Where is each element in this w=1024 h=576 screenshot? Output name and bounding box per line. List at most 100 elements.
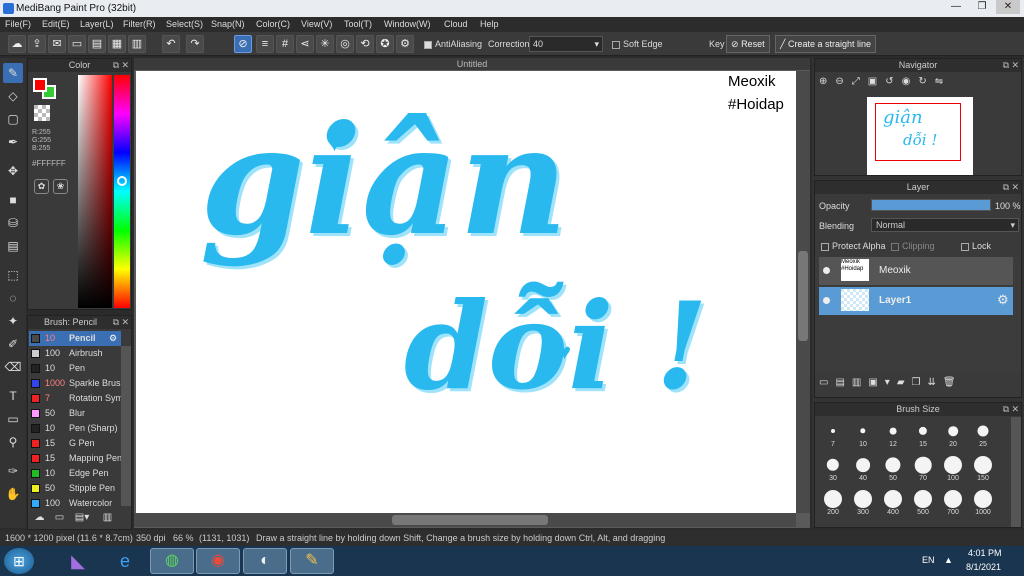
lasso-tool-icon[interactable]: ◌ bbox=[3, 288, 23, 308]
close-icon[interactable]: ✕ bbox=[1011, 403, 1019, 416]
save-icon[interactable]: ▤ bbox=[88, 35, 106, 53]
brush-size-option[interactable]: 30 bbox=[821, 453, 845, 483]
menu-help[interactable]: Help bbox=[480, 19, 499, 29]
brush-list-item[interactable]: 10 Pen (Sharp) bbox=[29, 421, 121, 436]
select-eraser-icon[interactable]: ⌫ bbox=[3, 357, 23, 377]
duplicate-icon[interactable]: ❐ bbox=[912, 377, 928, 388]
eraser-tool-icon[interactable]: ◇ bbox=[3, 86, 23, 106]
brush-list-item[interactable]: 15 G Pen bbox=[29, 436, 121, 451]
horizontal-scroll-thumb[interactable] bbox=[392, 515, 548, 525]
transparent-swatch[interactable] bbox=[34, 105, 50, 121]
popout-icon[interactable]: ⧉ bbox=[1003, 403, 1009, 416]
brush-size-option[interactable]: 15 bbox=[911, 419, 935, 449]
maximize-button[interactable]: ❐ bbox=[970, 0, 994, 14]
menu-view[interactable]: View(V) bbox=[301, 19, 332, 29]
redo-icon[interactable]: ↷ bbox=[186, 35, 204, 53]
menu-cloud[interactable]: Cloud bbox=[444, 19, 468, 29]
fit-icon[interactable]: ⤢ bbox=[852, 76, 868, 87]
bucket-tool-icon[interactable]: ⛁ bbox=[3, 213, 23, 233]
primary-color-swatch[interactable] bbox=[33, 78, 47, 92]
pen-tool-icon[interactable]: ✒ bbox=[3, 132, 23, 152]
brush-size-option[interactable]: 10 bbox=[851, 419, 875, 449]
fill-rect-tool-icon[interactable]: ■ bbox=[3, 190, 23, 210]
close-icon[interactable]: ✕ bbox=[121, 59, 129, 72]
brush-size-option[interactable]: 200 bbox=[821, 487, 845, 517]
vertical-scroll-thumb[interactable] bbox=[798, 251, 808, 341]
hand-tool-icon[interactable]: ✋ bbox=[3, 484, 23, 504]
color-settings-icon[interactable]: ❀ bbox=[53, 179, 68, 194]
brush-settings-icon[interactable]: ▥ bbox=[100, 512, 115, 527]
eye-icon[interactable] bbox=[823, 297, 830, 304]
gear-icon[interactable]: ⚙ bbox=[997, 292, 1009, 308]
parallel-snap-icon[interactable]: ≡ bbox=[256, 35, 274, 53]
document-canvas[interactable]: Meoxik #Hoidap giận dỗi ! ♥ ♥ bbox=[136, 71, 797, 513]
brush-list-item[interactable]: 1000 Sparkle Brush bbox=[29, 376, 121, 391]
antialias-checkbox[interactable]: AntiAliasing bbox=[424, 39, 482, 49]
magic-wand-icon[interactable]: ✦ bbox=[3, 311, 23, 331]
grid-snap-icon[interactable]: # bbox=[276, 35, 294, 53]
close-icon[interactable]: ✕ bbox=[121, 316, 129, 329]
navigator-preview[interactable]: giận dỗi ! bbox=[867, 97, 973, 175]
layer-row-meoxik[interactable]: Meoxik #Hoidap Meoxik bbox=[819, 257, 1013, 285]
select-tool-icon[interactable]: ⬚ bbox=[3, 265, 23, 285]
clock-date[interactable]: 8/1/2021 bbox=[966, 562, 1001, 572]
language-indicator[interactable]: EN bbox=[922, 555, 935, 565]
brush-size-option[interactable]: 7 bbox=[821, 419, 845, 449]
close-icon[interactable]: ✕ bbox=[1011, 59, 1019, 72]
brush-size-option[interactable]: 150 bbox=[971, 453, 995, 483]
undo-icon[interactable]: ↶ bbox=[162, 35, 180, 53]
brush-list-item[interactable]: 15 Mapping Pen bbox=[29, 451, 121, 466]
rotate-right-icon[interactable]: ↻ bbox=[918, 76, 934, 87]
softedge-checkbox[interactable]: Soft Edge bbox=[612, 39, 663, 49]
hue-slider[interactable] bbox=[114, 75, 130, 308]
menu-filter[interactable]: Filter(R) bbox=[123, 19, 156, 29]
protect-alpha-checkbox[interactable]: Protect Alpha bbox=[821, 241, 886, 251]
coccoc-browser-icon[interactable]: ◍ bbox=[150, 548, 194, 574]
new-halftone-icon[interactable]: ▤ bbox=[835, 377, 851, 388]
divide-tool-icon[interactable]: ▭ bbox=[3, 409, 23, 429]
close-button[interactable]: ✕ bbox=[996, 0, 1020, 14]
close-icon[interactable]: ✕ bbox=[1011, 181, 1019, 194]
clipping-checkbox[interactable]: Clipping bbox=[891, 241, 935, 251]
cloud-icon[interactable]: ☁ bbox=[8, 35, 26, 53]
brush-size-option[interactable]: 20 bbox=[941, 419, 965, 449]
brush-size-option[interactable]: 700 bbox=[941, 487, 965, 517]
snap-off-icon[interactable]: ⊘ bbox=[234, 35, 252, 53]
clock-time[interactable]: 4:01 PM bbox=[968, 548, 1002, 558]
brush-list-item[interactable]: 10 Pencil ⚙ bbox=[29, 331, 121, 346]
move-tool-icon[interactable]: ✥ bbox=[3, 161, 23, 181]
brush-list-scrollbar[interactable] bbox=[121, 346, 131, 506]
popout-icon[interactable]: ⧉ bbox=[113, 316, 119, 329]
menu-edit[interactable]: Edit(E) bbox=[42, 19, 70, 29]
palette-icon[interactable]: ✿ bbox=[34, 179, 49, 194]
visual-studio-icon[interactable]: ◣ bbox=[56, 548, 100, 574]
brush-menu-icon[interactable]: ▤▾ bbox=[72, 512, 92, 527]
vertical-scrollbar[interactable] bbox=[796, 71, 810, 513]
brush-list-item[interactable]: 100 Watercolor bbox=[29, 496, 121, 511]
flip-icon[interactable]: ⇋ bbox=[935, 76, 951, 87]
material-icon[interactable]: ▦ bbox=[108, 35, 126, 53]
delete-icon[interactable]: 🗑 bbox=[943, 377, 963, 388]
start-button[interactable]: ⊞ bbox=[4, 548, 34, 574]
rect-tool-icon[interactable]: ▢ bbox=[3, 109, 23, 129]
layer-row-layer1[interactable]: Layer1 ⚙ bbox=[819, 287, 1013, 315]
eye-icon[interactable] bbox=[823, 267, 830, 274]
chrome-icon[interactable]: ◉ bbox=[196, 548, 240, 574]
eyedropper-icon[interactable]: ⚲ bbox=[3, 432, 23, 452]
brush-size-option[interactable]: 70 bbox=[911, 453, 935, 483]
brush-size-option[interactable]: 12 bbox=[881, 419, 905, 449]
popout-icon[interactable]: ⧉ bbox=[113, 59, 119, 72]
paint-icon[interactable]: ✎ bbox=[290, 548, 334, 574]
hue-slider-handle[interactable] bbox=[117, 176, 127, 186]
brush-size-option[interactable]: 40 bbox=[851, 453, 875, 483]
add-layer-menu-icon[interactable]: ▣▾ bbox=[868, 377, 896, 388]
pipette-icon[interactable]: ✑ bbox=[3, 461, 23, 481]
gear-icon[interactable]: ⚙ bbox=[109, 331, 117, 346]
actual-size-icon[interactable]: ▣ bbox=[868, 76, 885, 87]
blending-select[interactable]: Normal ▾ bbox=[871, 218, 1019, 232]
minimize-button[interactable]: — bbox=[944, 0, 968, 14]
snap-setting-icon[interactable]: ✪ bbox=[376, 35, 394, 53]
brush-tool-icon[interactable]: ✎ bbox=[3, 63, 23, 83]
merge-icon[interactable]: ⇊ bbox=[928, 377, 943, 388]
comment-icon[interactable]: ✉ bbox=[48, 35, 66, 53]
